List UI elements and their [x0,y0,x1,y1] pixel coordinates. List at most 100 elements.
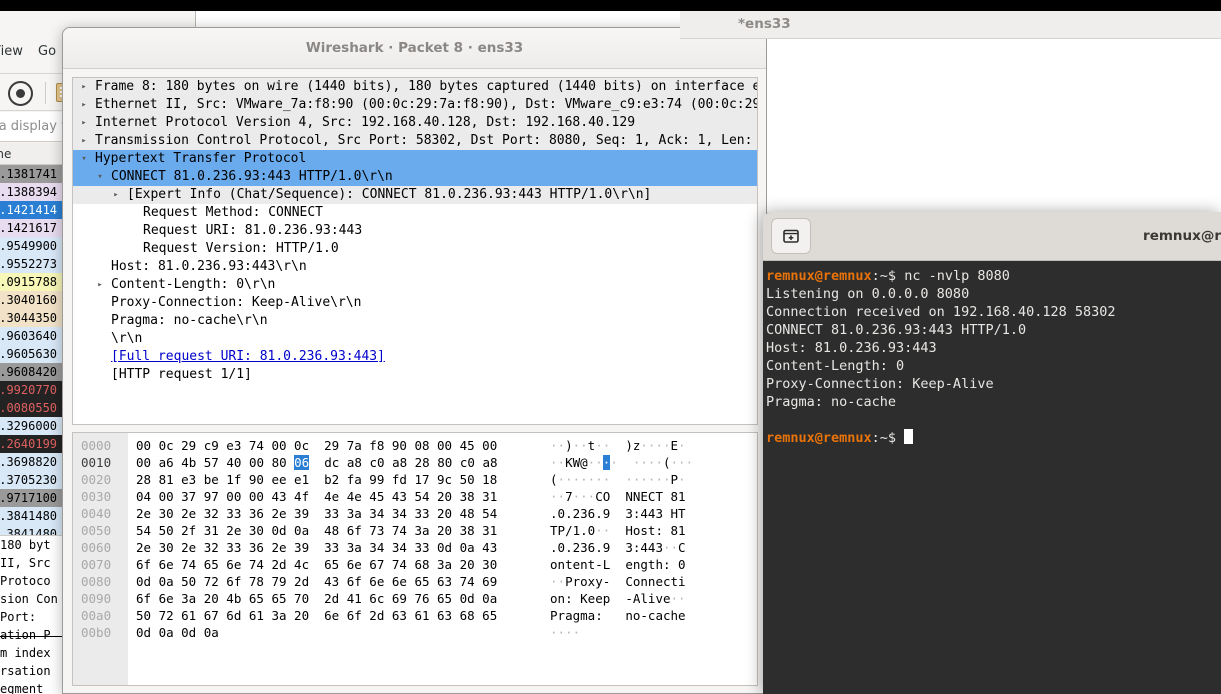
detail-stub-text: 180 byt [0,538,51,552]
hex-dump-row[interactable]: 00a0 50 72 61 67 6d 61 3a 20 6e 6f 2d 63 … [73,607,757,624]
packet-detail-row[interactable]: Request Method: CONNECT [73,204,757,222]
terminal-line: CONNECT 81.0.236.93:443 HTTP/1.0 [766,321,1221,339]
detail-stub-text: Port: [0,610,37,624]
hex-dump-row[interactable]: 0010 00 a6 4b 57 40 00 80 06 dc a8 c0 a8 … [73,454,757,471]
terminal-output-text [766,412,774,428]
packet-detail-row[interactable]: [Full request URI: 81.0.236.93:443] [73,348,757,366]
detail-stub-text: Protoco [0,574,51,588]
packet-time-cell: 1.3296000 [0,419,58,433]
packet-detail-label: Hypertext Transfer Protocol [95,151,307,166]
packet-detail-row[interactable]: \r\n [73,330,757,348]
packet-detail-label: Request Method: CONNECT [143,205,324,220]
packet-detail-row[interactable]: Frame 8: 180 bytes on wire (1440 bits), … [73,78,757,96]
hex-offset: 0080 [81,574,112,589]
chevron-right-icon[interactable] [111,186,121,204]
terminal-line: Pragma: no-cache [766,393,1221,411]
hex-ascii: .0.236.9 3:443 HT [550,506,686,521]
hex-offset: 0030 [81,489,112,504]
hex-bytes: 0d 0a 0d 0a [136,625,219,640]
terminal-line: Content-Length: 0 [766,357,1221,375]
terminal-output-text: Pragma: no-cache [766,394,897,410]
detail-stub-text: II, Src [0,556,51,570]
packet-detail-row[interactable]: Ethernet II, Src: VMware_7a:f8:90 (00:0c… [73,96,757,114]
hex-ascii: .0.236.9 3:443··C [550,540,686,555]
hex-dump-row[interactable]: 0080 0d 0a 50 72 6f 78 79 2d 43 6f 6e 6e … [73,573,757,590]
hex-bytes: 6f 6e 74 65 6e 74 2d 4c 65 6e 67 74 68 3… [136,557,498,572]
packet-detail-row[interactable]: Content-Length: 0\r\n [73,276,757,294]
hex-ascii: ···· [550,625,581,640]
chevron-right-icon[interactable] [79,78,89,96]
hex-dump-row[interactable]: 0000 00 0c 29 c9 e3 74 00 0c 29 7a f8 90 … [73,437,757,454]
chevron-right-icon[interactable] [95,276,105,294]
chevron-down-icon[interactable] [79,150,89,168]
menu-item-view[interactable]: View [0,44,23,59]
hex-bytes: 50 72 61 67 6d 61 3a 20 6e 6f 2d 63 61 6… [136,608,498,623]
hex-dump-row[interactable]: 0020 28 81 e3 be 1f 90 ee e1 b2 fa 99 fd … [73,471,757,488]
hex-offset: 0060 [81,540,112,555]
packet-time-cell: 1.1388394 [0,185,58,199]
packet-detail-row[interactable]: [HTTP request 1/1] [73,366,757,384]
packet-detail-row[interactable]: Hypertext Transfer Protocol [73,150,757,168]
chevron-down-icon[interactable] [95,168,105,186]
packet-time-cell: 1.9549900 [0,239,58,253]
hex-dump-row[interactable]: 0030 04 00 37 97 00 00 43 4f 4e 4e 45 43 … [73,488,757,505]
menu-item-go[interactable]: Go [38,44,56,59]
packet-detail-row[interactable]: Proxy-Connection: Keep-Alive\r\n [73,294,757,312]
terminal-output-text: Proxy-Connection: Keep-Alive [766,376,994,392]
hex-bytes: 28 81 e3 be 1f 90 ee e1 b2 fa 99 fd 17 9… [136,472,498,487]
packet-time-cell: 1.1421414 [0,203,58,217]
packet-detail-row[interactable]: Internet Protocol Version 4, Src: 192.16… [73,114,757,132]
terminal-output-text: CONNECT 81.0.236.93:443 HTTP/1.0 [766,322,1027,338]
desktop-window-title: *ens33 [738,16,791,32]
packet-detail-label: Transmission Control Protocol, Src Port:… [95,133,758,148]
packet-detail-row[interactable]: Transmission Control Protocol, Src Port:… [73,132,757,150]
packet-detail-row[interactable]: Request URI: 81.0.236.93:443 [73,222,757,240]
capture-restart-icon[interactable] [8,81,33,106]
packet-detail-label: Request Version: HTTP/1.0 [143,241,339,256]
terminal-output[interactable]: remnux@remnux:~$ nc -nvlp 8080 Listening … [763,261,1221,694]
packet-detail-label: [HTTP request 1/1] [111,367,252,382]
hex-offset: 0020 [81,472,112,487]
desktop-background [0,0,1221,11]
terminal-command: nc -nvlp 8080 [904,268,1010,284]
hex-dump-row[interactable]: 00b0 0d 0a 0d 0a ···· [73,624,757,641]
hex-offset: 0000 [81,438,112,453]
packet-detail-label: Ethernet II, Src: VMware_7a:f8:90 (00:0c… [95,97,758,112]
hex-dump-row[interactable]: 0040 2e 30 2e 32 33 36 2e 39 33 3a 34 34 … [73,505,757,522]
packet-detail-row[interactable]: Pragma: no-cache\r\n [73,312,757,330]
new-tab-icon[interactable] [771,218,811,254]
chevron-right-icon[interactable] [79,114,89,132]
packet-time-cell: 4.9608420 [0,365,58,379]
packet-time-cell: 1.1421617 [0,221,58,235]
packet-detail-tree[interactable]: Frame 8: 180 bytes on wire (1440 bits), … [72,77,758,425]
hex-dump-row[interactable]: 0060 2e 30 2e 32 33 36 2e 39 33 3a 34 34 … [73,539,757,556]
hex-bytes: 54 50 2f 31 2e 30 0d 0a 48 6f 73 74 3a 2… [136,523,498,538]
hex-bytes: 00 a6 4b 57 40 00 80 06 dc a8 c0 a8 28 8… [136,455,498,470]
detail-stub-text: rsation [0,664,51,678]
hex-dump-row[interactable]: 0090 6f 6e 3a 20 4b 65 65 70 2d 41 6c 69 … [73,590,757,607]
hex-offset: 0070 [81,557,112,572]
packet-bytes-pane[interactable]: 0000 00 0c 29 c9 e3 74 00 0c 29 7a f8 90 … [72,432,758,686]
packet-detail-label: CONNECT 81.0.236.93:443 HTTP/1.0\r\n [111,169,393,184]
hex-offset: 00b0 [81,625,112,640]
packet-detail-row[interactable]: [Expert Info (Chat/Sequence): CONNECT 81… [73,186,757,204]
terminal-line: remnux@remnux:~$ nc -nvlp 8080 [766,267,1221,285]
packet-detail-label: \r\n [111,331,143,346]
full-request-uri-link[interactable]: [Full request URI: 81.0.236.93:443] [111,348,385,366]
chevron-right-icon[interactable] [79,96,89,114]
chevron-right-icon[interactable] [79,132,89,150]
desktop-window-body [767,39,1221,212]
toolbar-divider [45,82,46,104]
hex-ascii: TP/1.0·· Host: 81 [550,523,686,538]
hex-dump-row[interactable]: 0050 54 50 2f 31 2e 30 0d 0a 48 6f 73 74 … [73,522,757,539]
packet-detail-row[interactable]: Request Version: HTTP/1.0 [73,240,757,258]
packet-time-cell: 4.3705230 [0,473,58,487]
hex-bytes: 6f 6e 3a 20 4b 65 65 70 2d 41 6c 69 76 6… [136,591,498,606]
column-header-time: Time [0,147,12,161]
packet-detail-row[interactable]: Host: 81.0.236.93:443\r\n [73,258,757,276]
hex-offset: 0090 [81,591,112,606]
hex-bytes: 2e 30 2e 32 33 36 2e 39 33 3a 34 34 33 0… [136,540,498,555]
hex-ascii: on: Keep -Alive·· [550,591,686,606]
packet-detail-row[interactable]: CONNECT 81.0.236.93:443 HTTP/1.0\r\n [73,168,757,186]
hex-dump-row[interactable]: 0070 6f 6e 74 65 6e 74 2d 4c 65 6e 67 74 … [73,556,757,573]
